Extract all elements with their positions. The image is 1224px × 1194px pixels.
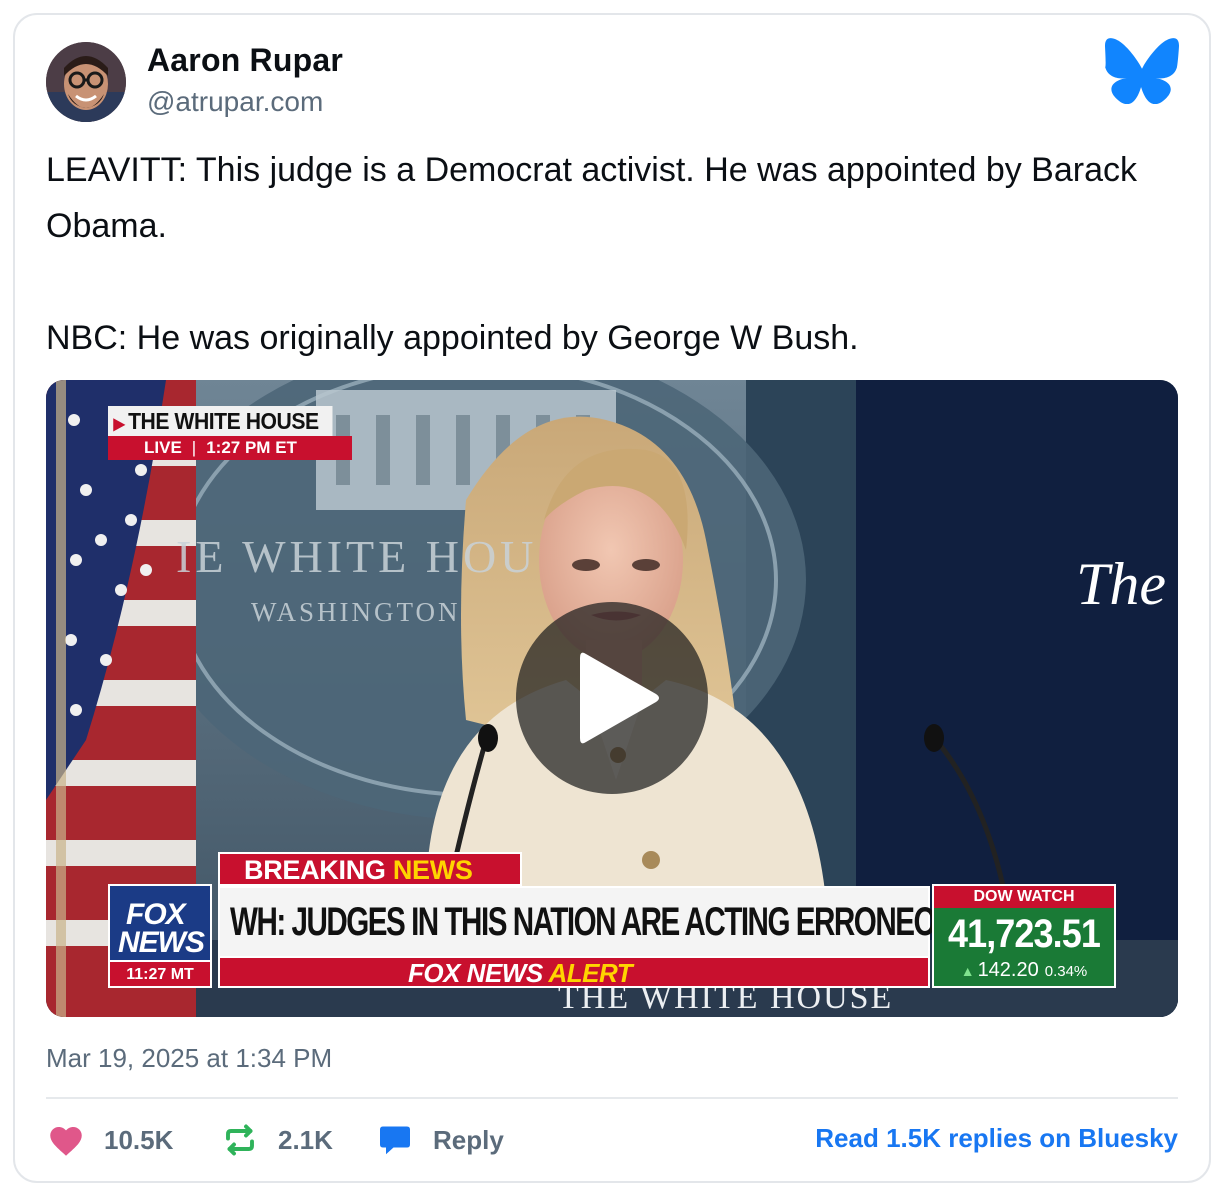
heart-icon (50, 1126, 82, 1156)
dow-title: DOW WATCH (934, 886, 1114, 908)
dow-percent: 0.34% (1044, 963, 1088, 980)
live-time: 1:27 PM ET (206, 438, 297, 457)
post-text: LEAVITT: This judge is a Democrat activi… (46, 151, 1138, 357)
fox-news-logo: FOX NEWS 11:27 MT (108, 884, 212, 988)
repost-button[interactable]: 2.1K (222, 1120, 333, 1160)
wall-subtext: WASHINGTON (251, 597, 461, 627)
breaking-label: BREAKING (244, 855, 386, 885)
network-time: 11:27 MT (110, 960, 210, 986)
alert-bar: FOX NEWS ALERT (218, 958, 930, 988)
author-name[interactable]: Aaron Rupar (147, 42, 343, 79)
dow-change: 142.20 (977, 959, 1039, 981)
author-handle[interactable]: @atrupar.com (147, 86, 323, 118)
repost-arrows-icon (226, 1124, 254, 1156)
headline-text: WH: JUDGES IN THIS NATION ARE ACTING ERR… (230, 900, 1007, 944)
breaking-news-banner: BREAKING NEWS (218, 852, 522, 886)
play-icon (580, 652, 659, 744)
location-label: THE WHITE HOUSE (128, 408, 319, 434)
location-tag: ▶ THE WHITE HOUSE LIVE | 1:27 PM ET (108, 406, 352, 460)
up-arrow-icon: ▲ (960, 963, 975, 979)
play-triangle-icon: ▶ (113, 416, 125, 433)
repost-count: 2.1K (278, 1124, 333, 1155)
live-label: LIVE (144, 438, 182, 457)
news-label: NEWS (392, 855, 473, 885)
backdrop-text: The (1076, 551, 1166, 617)
fox-logo-line2: NEWS (118, 926, 205, 959)
bluesky-butterfly-icon[interactable] (1105, 38, 1179, 104)
play-button[interactable] (516, 602, 708, 794)
avatar[interactable] (46, 42, 126, 122)
reply-button[interactable]: Reply (377, 1120, 504, 1160)
dow-watch-box: DOW WATCH 41,723.51 ▲ 142.20 0.34% (932, 884, 1116, 988)
alert-label: FOX NEWS (408, 958, 543, 988)
post-timestamp[interactable]: Mar 19, 2025 at 1:34 PM (46, 1043, 332, 1074)
alert-suffix: ALERT (548, 958, 633, 988)
divider (46, 1097, 1178, 1099)
like-count: 10.5K (104, 1124, 174, 1155)
reply-label: Reply (433, 1124, 504, 1155)
headline-bar: WH: JUDGES IN THIS NATION ARE ACTING ERR… (218, 886, 1007, 958)
video-player[interactable]: IE WHITE HOU WASHINGTON The ▶ THE WHITE H… (46, 380, 1178, 1017)
dow-value: 41,723.51 (947, 912, 1101, 956)
wall-text: IE WHITE HOU (176, 531, 538, 582)
read-replies-link[interactable]: Read 1.5K replies on Bluesky (815, 1123, 1178, 1154)
like-button[interactable]: 10.5K (48, 1120, 173, 1160)
speech-bubble-icon (380, 1126, 410, 1155)
